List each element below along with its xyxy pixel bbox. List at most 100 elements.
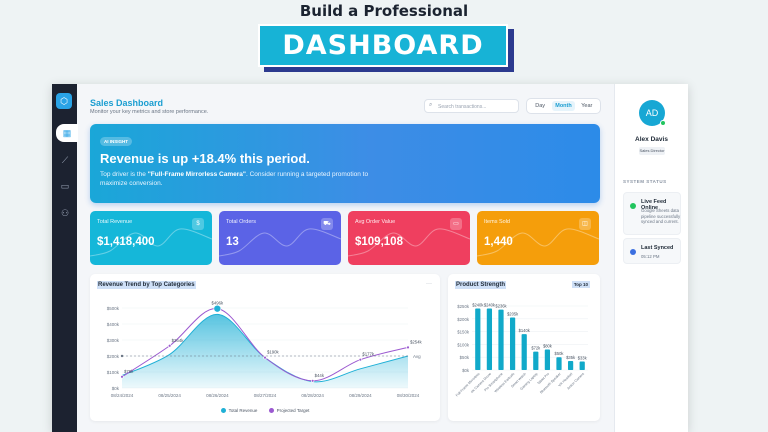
y-tick-label: $200k — [107, 354, 120, 359]
kpi-card-avg-order[interactable]: Avg Order Value $109,108 ▭ — [348, 211, 470, 265]
hexagon-icon[interactable]: ⬡ — [56, 93, 72, 109]
user-name: Alex Davis — [635, 136, 668, 143]
average-label: Avg — [413, 354, 421, 359]
average-marker — [120, 354, 124, 358]
page-title: Sales Dashboard — [90, 98, 164, 108]
hero-badge-text: DASHBOARD — [258, 24, 508, 67]
dashboard-icon[interactable]: ▦ — [56, 124, 78, 142]
y-tick-label: $0k — [112, 386, 120, 391]
y-tick-label: $100k — [107, 370, 120, 375]
product-strength-panel: Product Strength Top 10 $0k $50k $100k $150… — [448, 274, 600, 421]
legend-item[interactable]: Projected Target — [268, 408, 310, 413]
y-tick-label: $400k — [107, 322, 120, 327]
bar — [579, 361, 585, 370]
product-strength-chart: $0k$50k$100k$150k$200k$250k $240kFull-Fra… — [455, 303, 588, 397]
dollar-icon: $ — [192, 218, 204, 230]
bar — [475, 308, 481, 370]
data-label: $205k — [507, 312, 519, 317]
data-point — [406, 345, 410, 350]
data-label: $236k — [495, 304, 507, 309]
trend-icon[interactable]: ⟋ — [55, 151, 75, 169]
revenue-trend-panel: Revenue Trend by Top Categories ··· $0k $… — [90, 274, 440, 421]
x-tick-label: 08/24/2024 — [111, 393, 134, 398]
range-day-button[interactable]: Day — [529, 101, 551, 111]
bar — [521, 334, 527, 370]
ai-insight-headline: Revenue is up +18.4% this period. — [100, 151, 310, 166]
x-tick-label: 08/27/2024 — [254, 393, 277, 398]
kpi-card-items[interactable]: Items Sold 1,440 ◫ — [477, 211, 599, 265]
status-card-title: Last Synced — [641, 245, 674, 251]
data-label: $33k — [578, 356, 588, 361]
bar — [486, 308, 493, 370]
revenue-chart: $0k $100k $200k $300k $400k $500k 08/24/2024 08… — [107, 301, 423, 398]
data-point — [167, 344, 172, 348]
y-tick-label: $0k — [462, 368, 470, 373]
data-label: $72k — [531, 346, 541, 351]
folder-icon[interactable]: ▭ — [55, 177, 75, 195]
data-label: $44k — [315, 373, 325, 378]
kpi-value: 13 — [226, 236, 239, 248]
data-label: $264k — [172, 338, 185, 343]
hero-title: Build a Professional — [299, 2, 469, 20]
data-label: $80k — [543, 344, 553, 349]
legend-item[interactable]: Total Revenue — [220, 408, 258, 413]
x-tick-label: 08/30/2024 — [397, 393, 420, 398]
revenue-legend: Total Revenue Projected Target — [90, 408, 440, 413]
data-label: $254k — [410, 339, 423, 344]
data-label: $177k — [362, 352, 375, 357]
app-window: ⬡ ▦ ⟋ ▭ ⚇ Sales Dashboard Monitor your k… — [52, 84, 688, 432]
cart-icon: ⛟ — [321, 218, 333, 230]
legend-dot — [268, 408, 274, 413]
search-box[interactable]: ⌕ — [424, 99, 519, 113]
kpi-label: Total Orders — [226, 219, 256, 225]
data-label: $240k — [484, 303, 496, 308]
status-card-live-feed: Live Feed Online Google Sheets data pipe… — [623, 192, 681, 235]
ai-insight-tag: AI INSIGHT — [100, 137, 133, 146]
y-tick-label: $300k — [107, 338, 120, 343]
kpi-label: Total Revenue — [97, 219, 133, 225]
kpi-card-revenue[interactable]: Total Revenue $1,418,400 $ — [90, 211, 212, 265]
bar — [567, 361, 574, 370]
nav-rail: ⬡ ▦ ⟋ ▭ ⚇ — [52, 84, 78, 432]
search-icon: ⌕ — [429, 102, 433, 108]
bar — [544, 349, 551, 370]
data-point — [310, 379, 315, 383]
data-label: $190k — [267, 350, 280, 355]
range-month-button[interactable]: Month — [552, 101, 575, 111]
kpi-label: Avg Order Value — [355, 219, 396, 225]
ai-insight-text: Top driver is the "Full-Frame Mirrorless… — [100, 170, 370, 188]
kpi-value: $1,418,400 — [97, 236, 155, 248]
hero-badge: DASHBOARD — [258, 24, 514, 72]
status-card-last-synced: Last Synced 05:12 PM — [623, 238, 681, 264]
legend-dot — [220, 408, 226, 413]
y-tick-label: $100k — [457, 342, 470, 347]
data-point — [120, 375, 124, 379]
users-icon[interactable]: ⚇ — [55, 204, 75, 222]
legend-label: Total Revenue — [228, 408, 258, 413]
ai-text-pre: Top driver is the — [100, 171, 148, 178]
ai-text-product: "Full-Frame Mirrorless Camera" — [147, 171, 246, 178]
page-subtitle: Monitor your key metrics and store perfo… — [90, 109, 209, 115]
data-label: $240k — [472, 303, 484, 308]
bar — [533, 351, 539, 370]
status-card-text: 05:12 PM — [641, 254, 660, 259]
x-tick-label: 08/28/2024 — [301, 393, 324, 398]
box-icon: ◫ — [579, 218, 591, 230]
data-point — [358, 357, 363, 362]
search-input[interactable] — [438, 103, 516, 110]
kpi-value: 1,440 — [484, 236, 513, 248]
status-card-text: Google Sheets data pipeline successfully… — [641, 208, 681, 224]
bar — [556, 357, 562, 370]
data-point — [213, 304, 222, 313]
ai-insight-card: AI INSIGHT Revenue is up +18.4% this per… — [90, 124, 600, 203]
range-selector: Day Month Year — [526, 98, 601, 114]
x-tick-label: 08/26/2024 — [206, 393, 229, 398]
bar — [509, 317, 516, 370]
data-label: $78k — [124, 369, 134, 374]
legend-label: Projected Target — [276, 408, 310, 413]
kpi-card-orders[interactable]: Total Orders 13 ⛟ — [219, 211, 341, 265]
range-year-button[interactable]: Year — [576, 101, 598, 111]
main-content: Sales Dashboard Monitor your key metrics… — [77, 84, 614, 432]
live-status-dot — [630, 203, 636, 209]
profile-sidebar: AD Alex Davis Sales Director SYSTEM STAT… — [614, 84, 688, 432]
